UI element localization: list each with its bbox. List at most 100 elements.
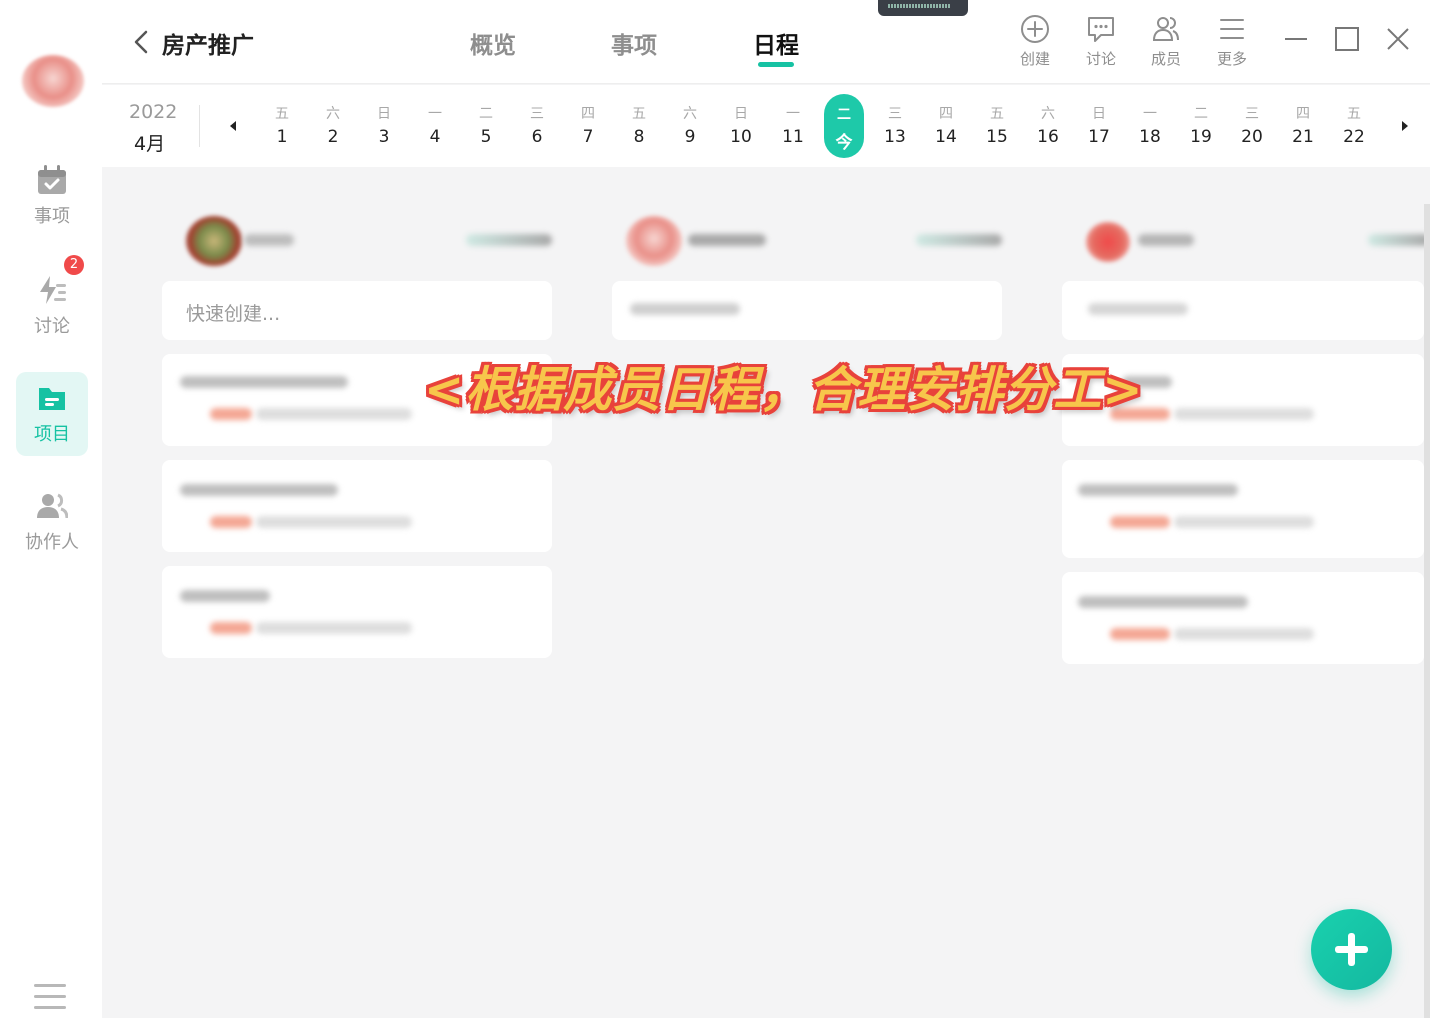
weekday-label: 六 bbox=[683, 106, 697, 122]
weekday-label: 一 bbox=[428, 106, 442, 122]
members-label: 成员 bbox=[1150, 50, 1181, 68]
quick-create-input[interactable] bbox=[612, 281, 1002, 340]
sidebar-item-tasks[interactable]: 事项 bbox=[16, 154, 88, 238]
day-number: 5 bbox=[480, 127, 492, 147]
day-today[interactable]: 二今 bbox=[824, 94, 864, 158]
task-tag bbox=[210, 622, 252, 634]
close-icon[interactable] bbox=[1385, 26, 1411, 52]
task-meta bbox=[256, 622, 412, 634]
task-card[interactable] bbox=[162, 566, 552, 658]
chat-bubble-icon bbox=[1088, 17, 1114, 42]
weekday-label: 五 bbox=[1347, 106, 1361, 122]
task-meta bbox=[1174, 408, 1314, 420]
task-meta bbox=[1174, 516, 1314, 528]
task-card[interactable] bbox=[162, 460, 552, 552]
weekday-label: 日 bbox=[377, 106, 391, 122]
project-title: 房产推广 bbox=[162, 33, 254, 59]
horizontal-scroll-edge[interactable] bbox=[1424, 204, 1430, 1018]
top-bar: 房产推广 概览 事项 日程 创建 讨论 成员 更多 bbox=[102, 0, 1430, 84]
member-name bbox=[244, 234, 294, 246]
add-task-button[interactable] bbox=[1311, 909, 1392, 990]
active-tab-indicator bbox=[758, 62, 794, 67]
day-cell[interactable]: 四 14 bbox=[926, 93, 966, 159]
task-title bbox=[1078, 596, 1248, 608]
day-cell[interactable]: 三 13 bbox=[875, 93, 915, 159]
task-tag bbox=[210, 408, 252, 420]
day-cell[interactable]: 三6 bbox=[517, 93, 557, 159]
day-cell[interactable]: 六 16 bbox=[1028, 93, 1068, 159]
tab-tasks[interactable]: 事项 bbox=[611, 26, 657, 60]
day-cell[interactable]: 一 18 bbox=[1130, 93, 1170, 159]
day-number: 21 bbox=[1292, 127, 1314, 147]
day-cell[interactable]: 六9 bbox=[670, 93, 710, 159]
more-label: 更多 bbox=[1216, 50, 1247, 68]
folder-icon bbox=[39, 388, 65, 410]
weekday-label: 六 bbox=[326, 106, 340, 122]
tab-schedule[interactable]: 日程 bbox=[753, 26, 799, 60]
month-label[interactable]: 4月 bbox=[134, 129, 165, 156]
day-number: 1 bbox=[276, 127, 288, 147]
members-icon bbox=[1152, 17, 1179, 41]
day-cell[interactable]: 日 17 bbox=[1079, 93, 1119, 159]
day-cell[interactable]: 三 20 bbox=[1232, 93, 1272, 159]
divider bbox=[199, 105, 200, 147]
task-meta bbox=[256, 408, 412, 420]
quick-create-input[interactable] bbox=[1062, 281, 1424, 340]
discussion-button[interactable]: 讨论 bbox=[1076, 14, 1126, 69]
member-column-header bbox=[186, 212, 552, 268]
next-week-icon[interactable] bbox=[1402, 121, 1408, 131]
sidebar: 事项 2 讨论 项目 协作人 bbox=[0, 0, 102, 1018]
sidebar-item-discussion[interactable]: 2 讨论 bbox=[16, 255, 88, 348]
day-cell[interactable]: 二 19 bbox=[1181, 93, 1221, 159]
date-strip: 2022 4月 五 1 六 2 日 3 一 4 二 5 三 6 四 7 五 8 六 9 日 10 一 11 二今三 13 四 14… bbox=[102, 85, 1430, 167]
day-number: 18 bbox=[1139, 127, 1161, 147]
create-button[interactable]: 创建 bbox=[1010, 14, 1060, 69]
day-cell[interactable]: 四 21 bbox=[1283, 93, 1323, 159]
sidebar-item-collaborators[interactable]: 协作人 bbox=[16, 480, 88, 564]
year-label: 2022 bbox=[129, 101, 178, 123]
task-meta bbox=[256, 516, 412, 528]
day-cell[interactable]: 五 15 bbox=[977, 93, 1017, 159]
day-cell[interactable]: 一4 bbox=[415, 93, 455, 159]
day-cell[interactable]: 六2 bbox=[313, 93, 353, 159]
day-number: 15 bbox=[986, 127, 1008, 147]
day-number: 11 bbox=[782, 127, 804, 147]
prev-week-icon[interactable] bbox=[230, 121, 236, 131]
minimize-icon[interactable] bbox=[1283, 26, 1309, 52]
task-card[interactable] bbox=[1062, 572, 1424, 664]
day-cell[interactable]: 二5 bbox=[466, 93, 506, 159]
member-avatar bbox=[1086, 222, 1130, 262]
day-cell[interactable]: 五8 bbox=[619, 93, 659, 159]
weekday-label: 五 bbox=[990, 106, 1004, 122]
day-number: 22 bbox=[1343, 127, 1365, 147]
members-button[interactable]: 成员 bbox=[1141, 14, 1191, 69]
day-number: 19 bbox=[1190, 127, 1212, 147]
member-name bbox=[688, 234, 766, 246]
user-avatar[interactable] bbox=[22, 55, 84, 107]
quick-create-input[interactable]: 快速创建... bbox=[162, 281, 552, 340]
day-cell[interactable]: 一 11 bbox=[773, 93, 813, 159]
task-card[interactable] bbox=[1062, 460, 1424, 558]
weekday-label: 三 bbox=[1245, 106, 1259, 122]
weekday-label: 三 bbox=[530, 106, 544, 122]
more-button[interactable]: 更多 bbox=[1207, 14, 1257, 69]
day-cell[interactable]: 日 10 bbox=[721, 93, 761, 159]
menu-icon[interactable] bbox=[34, 984, 66, 1012]
quick-create-placeholder bbox=[630, 303, 740, 315]
maximize-icon[interactable] bbox=[1334, 26, 1360, 52]
day-cell[interactable]: 五1 bbox=[262, 93, 302, 159]
sidebar-item-projects[interactable]: 项目 bbox=[16, 372, 88, 456]
task-tag bbox=[1110, 628, 1170, 640]
tab-overview[interactable]: 概览 bbox=[470, 26, 516, 60]
discussion-label: 讨论 bbox=[1085, 50, 1116, 68]
day-cell[interactable]: 四7 bbox=[568, 93, 608, 159]
day-cell[interactable]: 五 22 bbox=[1334, 93, 1374, 159]
weekday-label: 三 bbox=[888, 106, 902, 122]
back-chevron-icon[interactable] bbox=[132, 28, 150, 56]
quick-create-placeholder: 快速创建... bbox=[186, 303, 281, 325]
plus-circle-icon bbox=[1021, 15, 1049, 43]
weekday-label: 四 bbox=[1296, 106, 1310, 122]
day-number: 16 bbox=[1037, 127, 1059, 147]
weekday-label: 五 bbox=[275, 106, 289, 122]
day-cell[interactable]: 日3 bbox=[364, 93, 404, 159]
